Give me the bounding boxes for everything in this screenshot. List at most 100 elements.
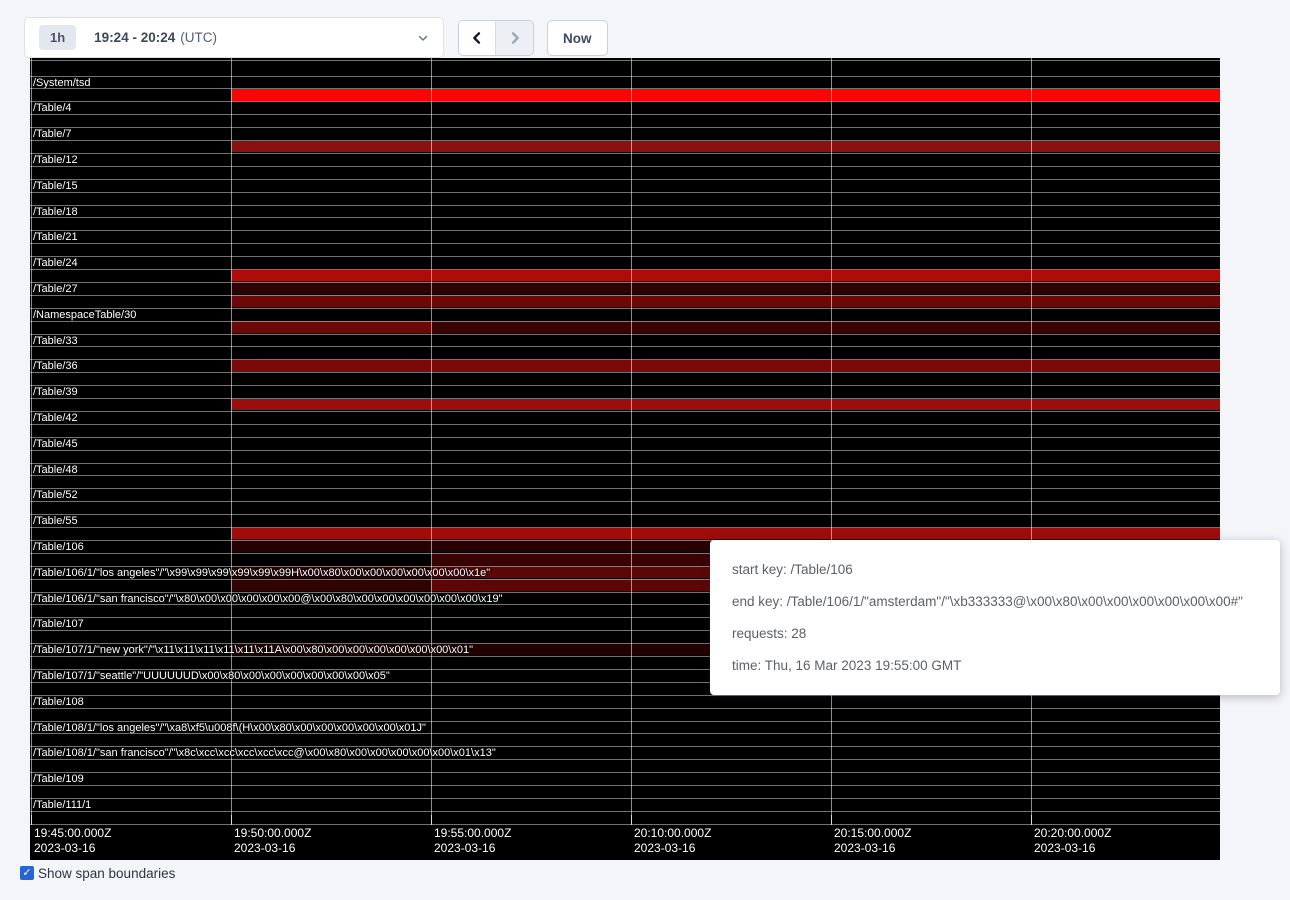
heat-band[interactable] — [231, 399, 1220, 411]
grid-line-horizontal — [30, 372, 1220, 373]
next-interval-button[interactable] — [496, 21, 533, 55]
show-span-boundaries-label: Show span boundaries — [38, 866, 175, 882]
heat-band[interactable] — [231, 321, 431, 333]
chevron-right-icon — [507, 30, 523, 46]
row-label: /Table/111/1 — [33, 800, 91, 811]
grid-line-horizontal — [30, 772, 1220, 773]
time-preset-badge: 1h — [39, 25, 76, 50]
grid-line-horizontal — [30, 385, 1220, 386]
grid-line-horizontal — [30, 88, 1220, 89]
axis-time-label: 20:15:00.000Z — [834, 827, 911, 840]
axis-time-label: 19:45:00.000Z — [34, 827, 111, 840]
grid-line-horizontal — [30, 346, 1220, 347]
grid-line-horizontal — [30, 785, 1220, 786]
grid-line-horizontal — [30, 398, 1220, 399]
row-label: /Table/42 — [33, 413, 78, 424]
axis-tick — [431, 815, 432, 825]
row-label: /Table/7 — [33, 129, 72, 140]
grid-line-vertical — [31, 58, 32, 824]
tooltip-requests: requests: 28 — [732, 626, 1258, 641]
grid-line-horizontal — [30, 205, 1220, 206]
row-label: /Table/45 — [33, 439, 78, 450]
row-label: /Table/107/1/"new york"/"\x11\x11\x11\x1… — [33, 645, 473, 656]
chevron-down-icon — [417, 32, 429, 44]
grid-line-horizontal — [30, 450, 1220, 451]
heat-band[interactable] — [231, 295, 1220, 307]
time-range-select[interactable]: 1h 19:24 - 20:24 (UTC) — [24, 17, 444, 58]
tooltip-end-key: end key: /Table/106/1/"amsterdam"/"\xb33… — [732, 594, 1258, 609]
row-label: /Table/106/1/"los angeles"/"\x99\x99\x99… — [33, 568, 490, 579]
grid-line-horizontal — [30, 437, 1220, 438]
grid-line-vertical — [231, 58, 232, 824]
axis-date-label: 2023-03-16 — [34, 842, 95, 855]
axis-date-label: 2023-03-16 — [434, 842, 495, 855]
row-label: /Table/27 — [33, 284, 78, 295]
axis-time-label: 20:20:00.000Z — [1034, 827, 1111, 840]
heat-band[interactable] — [431, 321, 1220, 333]
row-label: /Table/106/1/"san francisco"/"\x80\x00\x… — [33, 594, 503, 605]
axis-time-label: 19:50:00.000Z — [234, 827, 311, 840]
grid-line-horizontal — [30, 101, 1220, 102]
grid-line-horizontal — [30, 321, 1220, 322]
timezone-text: (UTC) — [180, 30, 217, 45]
heat-band[interactable] — [231, 528, 1220, 540]
key-visualizer-heatmap[interactable]: /System/tsd/Table/4/Table/7/Table/12/Tab… — [30, 58, 1220, 860]
grid-line-horizontal — [30, 359, 1220, 360]
grid-line-horizontal — [30, 127, 1220, 128]
axis-date-label: 2023-03-16 — [234, 842, 295, 855]
now-button[interactable]: Now — [547, 20, 608, 56]
grid-line-vertical — [1031, 58, 1032, 824]
grid-line-horizontal — [30, 811, 1220, 812]
tooltip-start-key: start key: /Table/106 — [732, 562, 1258, 577]
axis-date-label: 2023-03-16 — [834, 842, 895, 855]
grid-line-horizontal — [30, 282, 1220, 283]
grid-line-horizontal — [30, 192, 1220, 193]
heat-band[interactable] — [231, 360, 1220, 372]
axis-tick — [1031, 815, 1032, 825]
show-span-boundaries-checkbox[interactable]: ✓ — [20, 866, 34, 880]
row-label: /Table/107 — [33, 619, 84, 630]
grid-line-horizontal — [30, 514, 1220, 515]
grid-line-horizontal — [30, 334, 1220, 335]
grid-line-horizontal — [30, 256, 1220, 257]
grid-line-horizontal — [30, 140, 1220, 141]
grid-line-horizontal — [30, 708, 1220, 709]
row-label: /Table/12 — [33, 155, 78, 166]
grid-line-horizontal — [30, 269, 1220, 270]
span-boundaries-row: ✓ Show span boundaries — [20, 866, 175, 882]
grid-line-horizontal — [30, 798, 1220, 799]
grid-line-horizontal — [30, 411, 1220, 412]
row-label: /Table/39 — [33, 387, 78, 398]
grid-line-horizontal — [30, 488, 1220, 489]
axis-time-label: 20:10:00.000Z — [634, 827, 711, 840]
heat-band[interactable] — [231, 282, 1220, 294]
time-nav-group — [458, 20, 534, 56]
row-label: /Table/48 — [33, 465, 78, 476]
row-label: /Table/107/1/"seattle"/"UUUUUUD\x00\x80\… — [33, 671, 390, 682]
axis-tick — [831, 815, 832, 825]
row-label: /Table/15 — [33, 181, 78, 192]
row-label: /Table/55 — [33, 516, 78, 527]
grid-line-horizontal — [30, 166, 1220, 167]
grid-line-vertical — [631, 58, 632, 824]
heat-band[interactable] — [231, 579, 431, 591]
row-label: /Table/108 — [33, 697, 84, 708]
grid-line-horizontal — [30, 463, 1220, 464]
grid-line-horizontal — [30, 179, 1220, 180]
axis-time-label: 19:55:00.000Z — [434, 827, 511, 840]
axis-tick — [31, 815, 32, 825]
grid-line-horizontal — [30, 501, 1220, 502]
heat-band[interactable] — [231, 89, 1220, 101]
grid-line-horizontal — [30, 217, 1220, 218]
row-label: /Table/109 — [33, 774, 84, 785]
axis-date-label: 2023-03-16 — [634, 842, 695, 855]
previous-interval-button[interactable] — [459, 21, 496, 55]
grid-line-horizontal — [30, 114, 1220, 115]
heat-band[interactable] — [231, 270, 1220, 282]
grid-line-horizontal — [30, 243, 1220, 244]
row-label: /Table/24 — [33, 258, 78, 269]
grid-line-horizontal — [30, 475, 1220, 476]
grid-line-horizontal — [30, 824, 1220, 825]
axis-date-label: 2023-03-16 — [1034, 842, 1095, 855]
heat-band[interactable] — [231, 141, 1220, 153]
